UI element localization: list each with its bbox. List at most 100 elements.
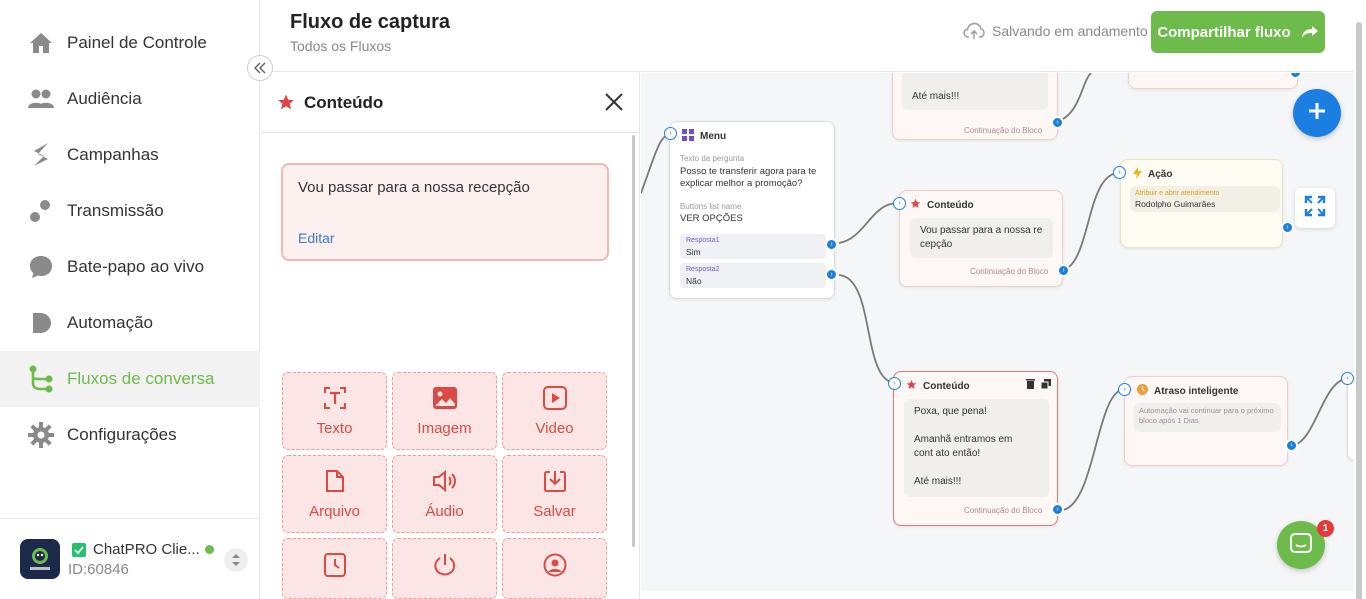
saving-status: Salvando em andamento <box>963 22 1148 40</box>
add-block-button[interactable] <box>1293 89 1341 137</box>
campaign-icon <box>28 142 54 168</box>
tile-label: Arquivo <box>309 502 360 520</box>
output-port[interactable]: › <box>1285 439 1298 452</box>
action-field-label: Atribuir e abrir atendimento <box>1135 190 1220 197</box>
cloud-upload-icon <box>963 22 985 40</box>
sidebar-item-label: Campanhas <box>67 145 159 164</box>
tile-label: Texto <box>316 419 353 437</box>
edit-message-link[interactable]: Editar <box>298 230 335 246</box>
sidebar-item-settings[interactable]: Configurações <box>0 407 260 463</box>
flow-canvas[interactable]: Até mais!!! Continuação do Bloco › › Men… <box>641 73 1354 591</box>
page-scrollbar-thumb[interactable] <box>1356 22 1362 599</box>
add-power-button[interactable] <box>392 538 497 599</box>
answer-row[interactable]: Resposta2 Não <box>680 263 826 288</box>
question-label: Texto da pergunta <box>680 154 745 163</box>
input-port[interactable]: › <box>888 377 901 390</box>
add-image-button[interactable]: Imagem <box>392 372 497 450</box>
output-port[interactable]: › <box>825 268 838 281</box>
file-icon <box>325 469 345 497</box>
breadcrumb[interactable]: Todos os Fluxos <box>290 38 391 54</box>
sidebar: Painel de Controle Audiência Campanhas T… <box>0 0 260 599</box>
contact-icon <box>543 553 567 581</box>
node-title: Conteúdo <box>910 198 974 212</box>
page-title: Fluxo de captura <box>290 11 451 33</box>
content-node[interactable]: Conteúdo Vou passar para a nossa re cepç… <box>899 190 1063 287</box>
collapse-sidebar-button[interactable] <box>247 55 273 81</box>
trash-icon[interactable] <box>1026 379 1035 392</box>
add-audio-button[interactable]: Áudio <box>392 455 497 533</box>
message-card[interactable]: Vou passar para a nossa recepção Editar <box>281 163 609 261</box>
add-contact-button[interactable] <box>502 538 607 599</box>
answer-row[interactable]: Resposta1 Sim <box>680 234 826 259</box>
node-title: Conteúdo <box>906 379 970 393</box>
sidebar-item-automation[interactable]: Automação <box>0 295 260 351</box>
action-field-value: Rodolpho Guimarães <box>1135 199 1216 209</box>
node-top-right[interactable] <box>1128 73 1298 89</box>
sidebar-item-live-chat[interactable]: Bate-papo ao vivo <box>0 239 260 295</box>
add-file-button[interactable]: Arquivo <box>282 455 387 533</box>
tile-label: Áudio <box>425 502 464 520</box>
fit-view-button[interactable] <box>1295 188 1335 228</box>
sidebar-item-audience[interactable]: Audiência <box>0 71 260 127</box>
online-status-dot <box>204 545 214 554</box>
answer-label: Resposta1 <box>686 237 720 244</box>
node-title: Atraso inteligente <box>1137 384 1238 398</box>
add-save-button[interactable]: Salvar <box>502 455 607 533</box>
action-node[interactable]: Ação Atribuir e abrir atendimento Rodolp… <box>1120 159 1283 248</box>
message-line: Amanhã entramos em cont ato então! <box>914 434 1013 459</box>
question-text: Posso te transferir agora para te explic… <box>680 166 817 189</box>
share-flow-label: Compartilhar fluxo <box>1157 23 1291 41</box>
clock-icon <box>323 553 346 581</box>
input-port[interactable]: › <box>664 127 677 140</box>
answer-value: Não <box>686 276 702 286</box>
tile-label: Imagem <box>417 419 472 437</box>
input-port[interactable]: › <box>893 197 906 210</box>
content-node-top[interactable]: Até mais!!! Continuação do Bloco <box>892 73 1058 140</box>
menu-node[interactable]: Menu Texto da pergunta Posso te transfer… <box>669 121 835 299</box>
input-port[interactable]: › <box>1118 383 1131 396</box>
account-name: ChatPRO Clie... <box>72 541 214 558</box>
answer-label: Resposta2 <box>686 266 720 273</box>
sidebar-item-label: Bate-papo ao vivo <box>67 257 205 276</box>
sidebar-item-label: Configurações <box>67 425 177 444</box>
sidebar-item-label: Fluxos de conversa <box>67 369 215 388</box>
output-port[interactable]: › <box>825 238 838 251</box>
continuation-label: Continuação do Bloco <box>970 267 1049 276</box>
output-port[interactable]: › <box>1051 503 1064 516</box>
duplicate-icon[interactable] <box>1040 379 1051 392</box>
message-line: Poxa, que pena! <box>914 406 987 417</box>
output-port[interactable]: › <box>1281 221 1294 234</box>
flow-icon <box>28 365 54 393</box>
sidebar-item-broadcast[interactable]: Transmissão <box>0 183 260 239</box>
output-port[interactable]: › <box>1057 264 1070 277</box>
content-node-selected[interactable]: Conteúdo Poxa, que pena! Amanhã entramos… <box>893 371 1058 526</box>
input-port[interactable]: › <box>1341 372 1354 385</box>
app-logo <box>20 539 60 579</box>
whatsapp-check-icon <box>72 542 86 557</box>
buttons-value: VER OPÇÕES <box>680 213 743 224</box>
account-id: ID:60846 <box>68 561 129 578</box>
notification-badge: 1 <box>1317 520 1334 537</box>
users-icon <box>28 86 54 112</box>
close-icon[interactable] <box>603 91 625 118</box>
input-port[interactable]: › <box>1113 166 1126 179</box>
answer-value: Sim <box>686 247 701 257</box>
panel-scrollbar[interactable] <box>632 135 635 547</box>
audio-icon <box>432 469 458 497</box>
page-header: Fluxo de captura Todos os Fluxos Salvand… <box>261 0 1366 72</box>
add-video-button[interactable]: Video <box>502 372 607 450</box>
sidebar-item-label: Painel de Controle <box>67 33 207 52</box>
star-icon <box>906 379 917 393</box>
smart-delay-node[interactable]: Atraso inteligente Automação vai continu… <box>1124 376 1288 466</box>
output-port[interactable]: › <box>1051 116 1064 129</box>
lightning-icon <box>1133 167 1142 182</box>
sidebar-item-campaigns[interactable]: Campanhas <box>0 127 260 183</box>
add-delay-button[interactable] <box>282 538 387 599</box>
sidebar-item-dashboard[interactable]: Painel de Controle <box>0 15 260 71</box>
share-flow-button[interactable]: Compartilhar fluxo <box>1151 11 1325 53</box>
sidebar-item-flows[interactable]: Fluxos de conversa <box>0 351 260 407</box>
account-switch-button[interactable] <box>224 548 248 572</box>
node-title-text: Ação <box>1148 169 1173 180</box>
add-text-button[interactable]: Texto <box>282 372 387 450</box>
panel-header: Conteúdo <box>261 73 640 133</box>
